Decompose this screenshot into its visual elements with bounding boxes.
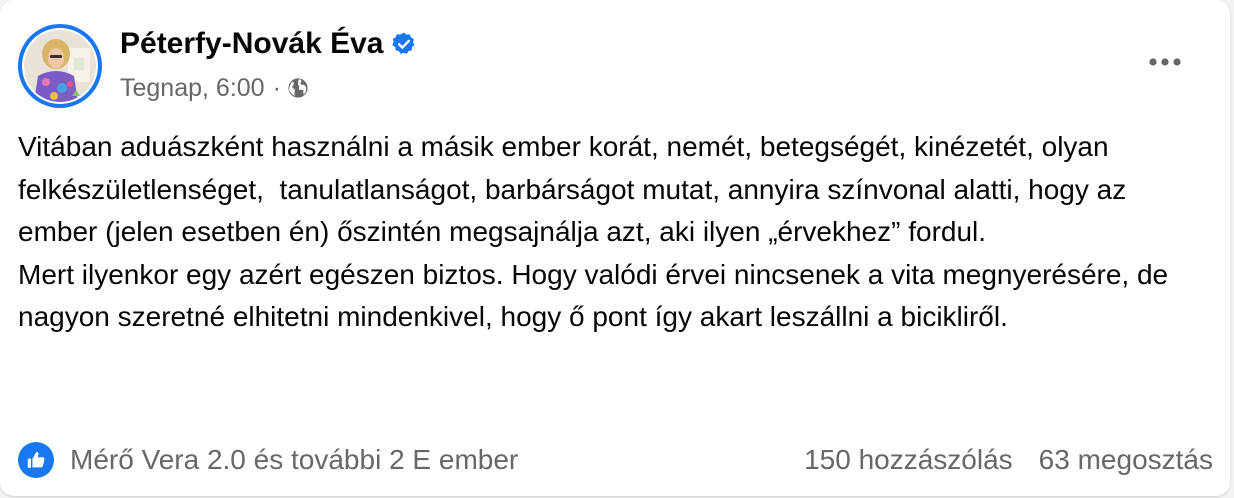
more-options-icon xyxy=(1149,58,1181,66)
post-body: Vitában aduászként használni a másik emb… xyxy=(18,126,1213,339)
globe-icon[interactable] xyxy=(287,77,309,99)
avatar-frame xyxy=(22,28,98,104)
avatar-photo xyxy=(24,30,96,102)
more-options-button[interactable] xyxy=(1140,40,1190,84)
post-timestamp[interactable]: Tegnap, 6:00 xyxy=(120,70,265,106)
post-paragraph: Vitában aduászként használni a másik emb… xyxy=(18,131,1135,247)
comments-count[interactable]: 150 hozzászólás xyxy=(804,444,1013,476)
like-reaction-icon[interactable] xyxy=(18,442,54,478)
thumbs-up-icon xyxy=(27,451,45,468)
meta-separator: · xyxy=(272,74,281,102)
post-footer: Mérő Vera 2.0 és további 2 E ember 150 h… xyxy=(18,436,1213,484)
reactions-summary[interactable]: Mérő Vera 2.0 és további 2 E ember xyxy=(70,444,518,476)
post-card: Péterfy-Novák Éva Tegnap, 6:00 · Vitában… xyxy=(0,0,1230,496)
post-meta: Tegnap, 6:00 · xyxy=(120,70,309,106)
verified-badge-icon xyxy=(392,32,415,54)
author-name-text[interactable]: Péterfy-Novák Éva xyxy=(120,24,383,64)
author-avatar[interactable] xyxy=(18,24,102,108)
post-paragraph: Mert ilyenkor egy azért egészen biztos. … xyxy=(18,258,1176,333)
shares-count[interactable]: 63 megosztás xyxy=(1039,444,1213,476)
author-name[interactable]: Péterfy-Novák Éva xyxy=(120,24,417,64)
